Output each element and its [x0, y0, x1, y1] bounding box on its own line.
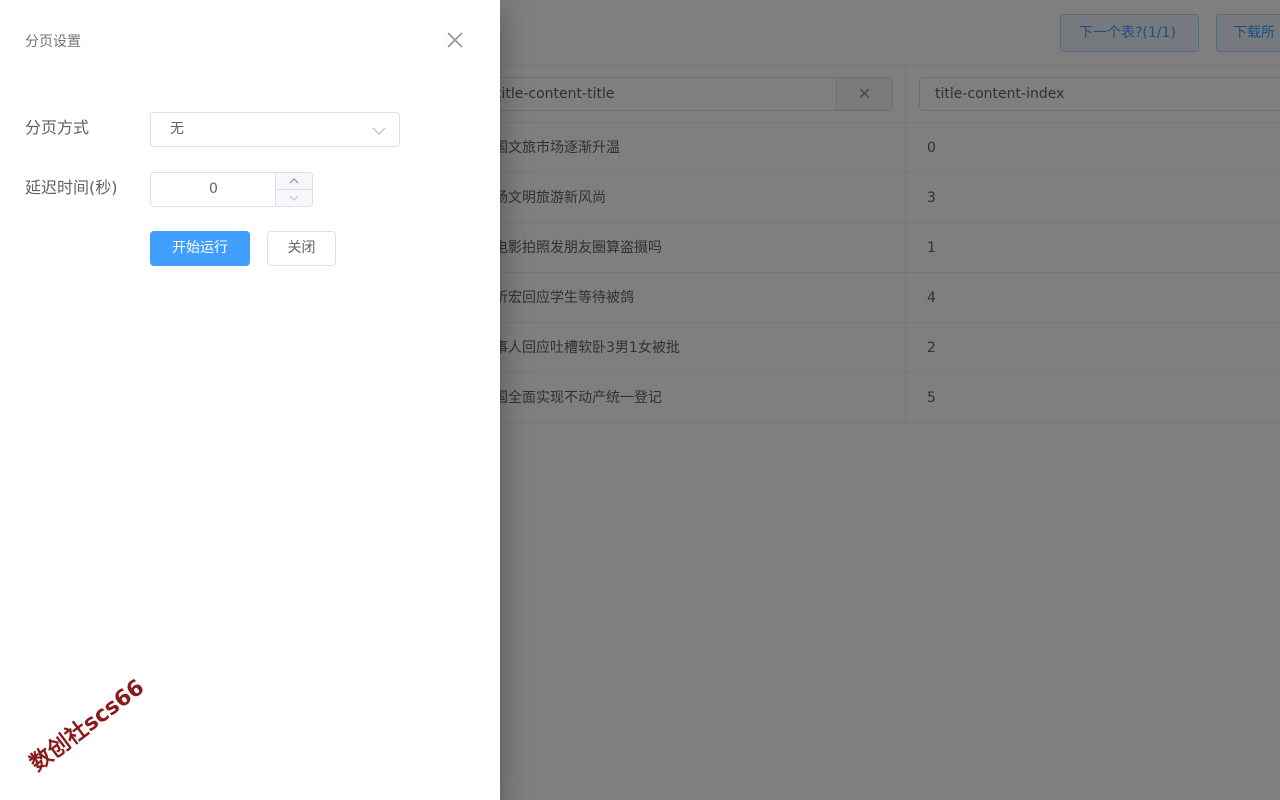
watermark-logo: 数创社scs66: [25, 675, 150, 777]
chevron-down-icon: [289, 195, 299, 201]
pagination-mode-value: 无: [170, 121, 184, 137]
delay-time-label: 延迟时间(秒): [25, 178, 118, 197]
close-icon[interactable]: [443, 28, 467, 52]
delay-time-stepper[interactable]: 0: [150, 172, 313, 207]
stepper-controls: [275, 173, 312, 206]
decrease-button[interactable]: [276, 190, 312, 206]
pagination-settings-drawer: 分页设置 分页方式 无 延迟时间(秒) 0 开始运行 关闭 数创社scs66: [0, 0, 500, 800]
pagination-mode-select[interactable]: 无: [150, 112, 400, 147]
pagination-mode-label: 分页方式: [25, 118, 90, 137]
chevron-down-icon: [372, 123, 386, 137]
increase-button[interactable]: [276, 173, 312, 190]
drawer-title: 分页设置: [25, 34, 81, 50]
chevron-up-icon: [289, 178, 299, 184]
delay-time-input[interactable]: 0: [151, 173, 276, 206]
close-button[interactable]: 关闭: [267, 231, 336, 266]
start-run-button[interactable]: 开始运行: [150, 231, 250, 266]
